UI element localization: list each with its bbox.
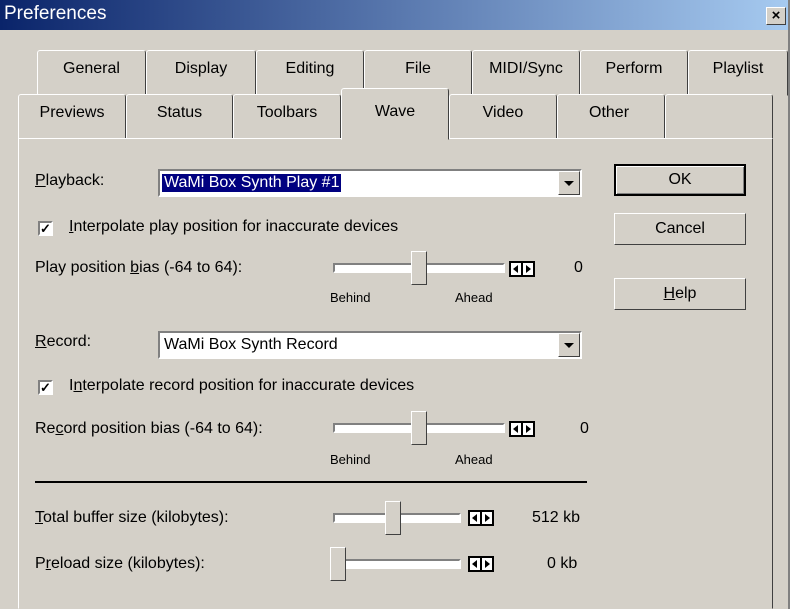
buffer-size-value: 512 kb	[532, 509, 581, 526]
chevron-down-icon[interactable]	[558, 171, 580, 195]
tab-general[interactable]: General	[37, 50, 146, 96]
tab-perform[interactable]: Perform	[580, 50, 688, 96]
record-bias-label: Record position bias (-64 to 64):	[35, 420, 263, 437]
play-behind-label: Behind	[330, 290, 371, 305]
arrow-right-icon[interactable]	[482, 558, 492, 570]
preload-size-slider-track[interactable]	[333, 559, 461, 569]
section-divider	[35, 481, 587, 483]
tab-label: Wave	[374, 103, 416, 120]
tab-display[interactable]: Display	[146, 50, 256, 96]
record-bias-spin-arrows[interactable]	[509, 421, 535, 437]
playback-device-value: WaMi Box Synth Play #1	[160, 173, 343, 193]
tab-label: Editing	[285, 60, 335, 77]
preload-size-slider-thumb[interactable]	[330, 547, 346, 581]
record-ahead-label: Ahead	[455, 452, 493, 467]
playback-label: Playback:	[35, 172, 105, 189]
arrow-right-icon[interactable]	[523, 263, 533, 275]
tab-playlist[interactable]: Playlist	[688, 50, 788, 96]
tab-midi-sync[interactable]: MIDI/Sync	[472, 50, 580, 96]
tab-empty	[665, 94, 773, 140]
play-bias-spin-arrows[interactable]	[509, 261, 535, 277]
tab-label: Previews	[39, 104, 105, 121]
close-button[interactable]: ×	[766, 7, 786, 25]
buffer-size-spin-arrows[interactable]	[468, 510, 494, 526]
tab-label: MIDI/Sync	[489, 60, 563, 77]
tab-label: General	[63, 60, 120, 77]
buffer-size-slider-thumb[interactable]	[385, 501, 401, 535]
tab-label: File	[405, 60, 431, 77]
preload-size-value: 0 kb	[547, 555, 578, 572]
tab-wave[interactable]: Wave	[341, 88, 449, 140]
arrow-left-icon[interactable]	[511, 263, 521, 275]
tab-toolbars[interactable]: Toolbars	[233, 94, 341, 140]
preload-size-spin-arrows[interactable]	[468, 556, 494, 572]
interpolate-record-label: Interpolate record position for inaccura…	[69, 377, 415, 394]
chevron-down-icon[interactable]	[558, 333, 580, 357]
preload-size-label: Preload size (kilobytes):	[35, 555, 205, 572]
buffer-size-label: Total buffer size (kilobytes):	[35, 509, 229, 526]
ok-button[interactable]: OK	[614, 164, 746, 196]
tab-label: Other	[589, 104, 630, 121]
record-device-select[interactable]: WaMi Box Synth Record	[158, 331, 582, 359]
record-label: Record:	[35, 333, 92, 350]
arrow-left-icon[interactable]	[511, 423, 521, 435]
window-title: Preferences	[4, 3, 107, 24]
tab-status[interactable]: Status	[126, 94, 233, 140]
tab-label: Perform	[605, 60, 663, 77]
record-bias-value: 0	[580, 420, 589, 437]
play-bias-label: Play position bias (-64 to 64):	[35, 259, 243, 276]
cancel-button[interactable]: Cancel	[614, 213, 746, 245]
tab-label: Display	[174, 60, 228, 77]
help-button[interactable]: Help	[614, 278, 746, 310]
record-behind-label: Behind	[330, 452, 371, 467]
play-bias-slider-thumb[interactable]	[411, 251, 427, 285]
tab-other[interactable]: Other	[557, 94, 665, 140]
arrow-right-icon[interactable]	[523, 423, 533, 435]
preferences-dialog: Preferences × General Display Editing Fi…	[0, 0, 790, 609]
tab-label: Toolbars	[256, 104, 318, 121]
arrow-right-icon[interactable]	[482, 512, 492, 524]
interpolate-play-label: Interpolate play position for inaccurate…	[69, 218, 399, 235]
interpolate-play-checkbox[interactable]: ✓	[38, 221, 53, 236]
tab-label: Status	[156, 104, 203, 121]
arrow-left-icon[interactable]	[470, 558, 480, 570]
tab-video[interactable]: Video	[449, 94, 557, 140]
tab-label: Video	[482, 104, 524, 121]
arrow-left-icon[interactable]	[470, 512, 480, 524]
title-bar: Preferences ×	[0, 0, 788, 30]
tab-previews[interactable]: Previews	[18, 94, 126, 140]
play-ahead-label: Ahead	[455, 290, 493, 305]
playback-device-select[interactable]: WaMi Box Synth Play #1	[158, 169, 582, 197]
tab-label: Playlist	[712, 60, 764, 77]
record-bias-slider-thumb[interactable]	[411, 411, 427, 445]
record-device-value: WaMi Box Synth Record	[164, 336, 338, 353]
wave-tab-panel	[18, 138, 773, 609]
play-bias-value: 0	[574, 259, 583, 276]
interpolate-record-checkbox[interactable]: ✓	[38, 380, 53, 395]
